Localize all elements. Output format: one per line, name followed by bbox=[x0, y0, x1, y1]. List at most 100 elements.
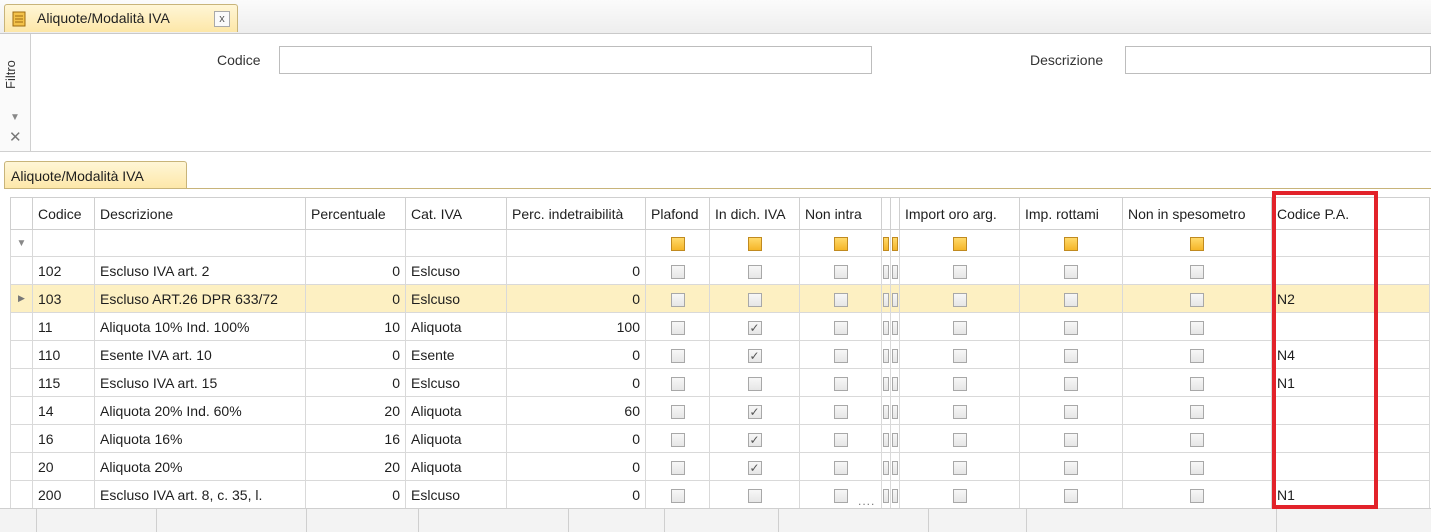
cell-codice[interactable]: 102 bbox=[32, 256, 95, 285]
narrow-checkbox[interactable] bbox=[892, 460, 898, 475]
narrow-checkbox[interactable] bbox=[883, 488, 889, 503]
cell-percentuale[interactable]: 0 bbox=[305, 368, 406, 397]
import-oro-arg-cell[interactable] bbox=[899, 256, 1020, 285]
imp-rottami-cell[interactable] bbox=[1019, 284, 1123, 313]
plafond-checkbox[interactable] bbox=[670, 348, 685, 363]
non-intra-cell[interactable] bbox=[799, 256, 882, 285]
imp-rottami-checkbox[interactable] bbox=[1064, 264, 1078, 279]
autofilter-imp-rottami[interactable] bbox=[1019, 229, 1123, 257]
cell-codice[interactable]: 110 bbox=[32, 340, 95, 369]
column-header-cat-iva[interactable]: Cat. IVA bbox=[405, 197, 507, 230]
clear-filter-icon[interactable]: ✕ bbox=[9, 128, 22, 146]
row-indicator[interactable] bbox=[10, 396, 33, 425]
row-indicator[interactable] bbox=[10, 480, 33, 509]
filter-checkbox[interactable] bbox=[1064, 237, 1078, 252]
cell-cat-iva[interactable]: Eslcuso bbox=[405, 480, 507, 509]
non-in-spesometro-checkbox[interactable] bbox=[1190, 488, 1204, 503]
imp-rottami-checkbox[interactable] bbox=[1064, 292, 1078, 307]
imp-rottami-cell[interactable] bbox=[1019, 480, 1123, 509]
cell-percentuale[interactable]: 20 bbox=[305, 452, 406, 481]
in-dich-iva-checkbox[interactable]: ✓ bbox=[747, 348, 762, 363]
import-oro-arg-checkbox[interactable] bbox=[952, 432, 967, 447]
non-in-spesometro-checkbox[interactable] bbox=[1190, 292, 1204, 307]
column-header-plafond[interactable]: Plafond bbox=[645, 197, 710, 230]
import-oro-arg-cell[interactable] bbox=[899, 396, 1020, 425]
non-intra-cell[interactable] bbox=[799, 284, 882, 313]
cell-descrizione[interactable]: Escluso ART.26 DPR 633/72 bbox=[94, 284, 306, 313]
in-dich-iva-cell[interactable] bbox=[709, 284, 800, 313]
cell-percentuale[interactable]: 0 bbox=[305, 284, 406, 313]
table-row[interactable]: 14 Aliquota 20% Ind. 60% 20 Aliquota 60 ✓ bbox=[10, 396, 1430, 425]
cell-cat-iva[interactable]: Aliquota bbox=[405, 452, 507, 481]
descrizione-filter-input[interactable] bbox=[1125, 46, 1431, 74]
imp-rottami-cell[interactable] bbox=[1019, 340, 1123, 369]
narrow-checkbox[interactable] bbox=[883, 376, 889, 391]
cell-codice-pa[interactable]: N1 bbox=[1271, 368, 1378, 397]
imp-rottami-cell[interactable] bbox=[1019, 368, 1123, 397]
column-header-in-dich-iva[interactable]: In dich. IVA bbox=[709, 197, 800, 230]
column-header-percentuale[interactable]: Percentuale bbox=[305, 197, 406, 230]
column-header-narrow-2[interactable] bbox=[890, 197, 900, 230]
import-oro-arg-checkbox[interactable] bbox=[952, 292, 967, 307]
imp-rottami-checkbox[interactable] bbox=[1064, 460, 1078, 475]
row-indicator[interactable] bbox=[10, 368, 33, 397]
table-row[interactable]: 11 Aliquota 10% Ind. 100% 10 Aliquota 100 ✓ bbox=[10, 312, 1430, 341]
cell-perc-indetraibilita[interactable]: 0 bbox=[506, 368, 646, 397]
narrow-checkbox[interactable] bbox=[892, 376, 898, 391]
cell-perc-indetraibilita[interactable]: 0 bbox=[506, 284, 646, 313]
plafond-cell[interactable] bbox=[645, 452, 710, 481]
cell-codice-pa[interactable] bbox=[1271, 312, 1378, 341]
in-dich-iva-cell[interactable]: ✓ bbox=[709, 452, 800, 481]
in-dich-iva-checkbox[interactable] bbox=[747, 292, 762, 307]
column-header-codice[interactable]: Codice bbox=[32, 197, 95, 230]
cell-cat-iva[interactable]: Aliquota bbox=[405, 396, 507, 425]
cell-descrizione[interactable]: Escluso IVA art. 15 bbox=[94, 368, 306, 397]
autofilter-plafond[interactable] bbox=[645, 229, 710, 257]
cell-cat-iva[interactable]: Eslcuso bbox=[405, 256, 507, 285]
plafond-cell[interactable] bbox=[645, 312, 710, 341]
cell-codice-pa[interactable]: N2 bbox=[1271, 284, 1378, 313]
column-header-import-oro-arg[interactable]: Import oro arg. bbox=[899, 197, 1020, 230]
imp-rottami-checkbox[interactable] bbox=[1064, 320, 1078, 335]
import-oro-arg-checkbox[interactable] bbox=[952, 460, 967, 475]
cell-percentuale[interactable]: 0 bbox=[305, 480, 406, 509]
non-in-spesometro-checkbox[interactable] bbox=[1190, 404, 1204, 419]
plafond-cell[interactable] bbox=[645, 480, 710, 509]
cell-cat-iva[interactable]: Eslcuso bbox=[405, 368, 507, 397]
close-icon[interactable]: x bbox=[214, 11, 230, 27]
in-dich-iva-cell[interactable]: ✓ bbox=[709, 312, 800, 341]
filter-checkbox[interactable] bbox=[892, 237, 898, 252]
non-intra-cell[interactable] bbox=[799, 424, 882, 453]
in-dich-iva-checkbox[interactable] bbox=[747, 488, 762, 503]
in-dich-iva-cell[interactable]: ✓ bbox=[709, 424, 800, 453]
in-dich-iva-checkbox[interactable]: ✓ bbox=[747, 320, 762, 335]
cell-codice[interactable]: 103 bbox=[32, 284, 95, 313]
grid-tab[interactable]: Aliquote/Modalità IVA bbox=[4, 161, 187, 189]
import-oro-arg-cell[interactable] bbox=[899, 480, 1020, 509]
narrow-checkbox[interactable] bbox=[892, 320, 898, 335]
cell-codice[interactable]: 11 bbox=[32, 312, 95, 341]
non-intra-checkbox[interactable] bbox=[833, 460, 848, 475]
document-tab[interactable]: Aliquote/Modalità IVA x bbox=[4, 4, 238, 32]
import-oro-arg-cell[interactable] bbox=[899, 452, 1020, 481]
narrow-checkbox[interactable] bbox=[883, 348, 889, 363]
non-intra-checkbox[interactable] bbox=[833, 348, 848, 363]
narrow-cell[interactable] bbox=[890, 256, 900, 285]
non-intra-cell[interactable] bbox=[799, 452, 882, 481]
non-in-spesometro-cell[interactable] bbox=[1122, 312, 1272, 341]
cell-percentuale[interactable]: 0 bbox=[305, 340, 406, 369]
column-header-non-in-spesometro[interactable]: Non in spesometro bbox=[1122, 197, 1272, 230]
plafond-cell[interactable] bbox=[645, 368, 710, 397]
table-row[interactable]: ▶ 103 Escluso ART.26 DPR 633/72 0 Eslcuso 0 N2 bbox=[10, 284, 1430, 313]
cell-codice[interactable]: 14 bbox=[32, 396, 95, 425]
cell-codice-pa[interactable] bbox=[1271, 452, 1378, 481]
non-in-spesometro-checkbox[interactable] bbox=[1190, 432, 1204, 447]
column-header-codice-pa[interactable]: Codice P.A. bbox=[1271, 197, 1378, 230]
non-intra-checkbox[interactable] bbox=[833, 264, 848, 279]
in-dich-iva-checkbox[interactable]: ✓ bbox=[747, 460, 762, 475]
in-dich-iva-checkbox[interactable]: ✓ bbox=[747, 404, 762, 419]
non-intra-checkbox[interactable] bbox=[833, 376, 848, 391]
plafond-cell[interactable] bbox=[645, 284, 710, 313]
cell-cat-iva[interactable]: Aliquota bbox=[405, 312, 507, 341]
narrow-checkbox[interactable] bbox=[883, 460, 889, 475]
